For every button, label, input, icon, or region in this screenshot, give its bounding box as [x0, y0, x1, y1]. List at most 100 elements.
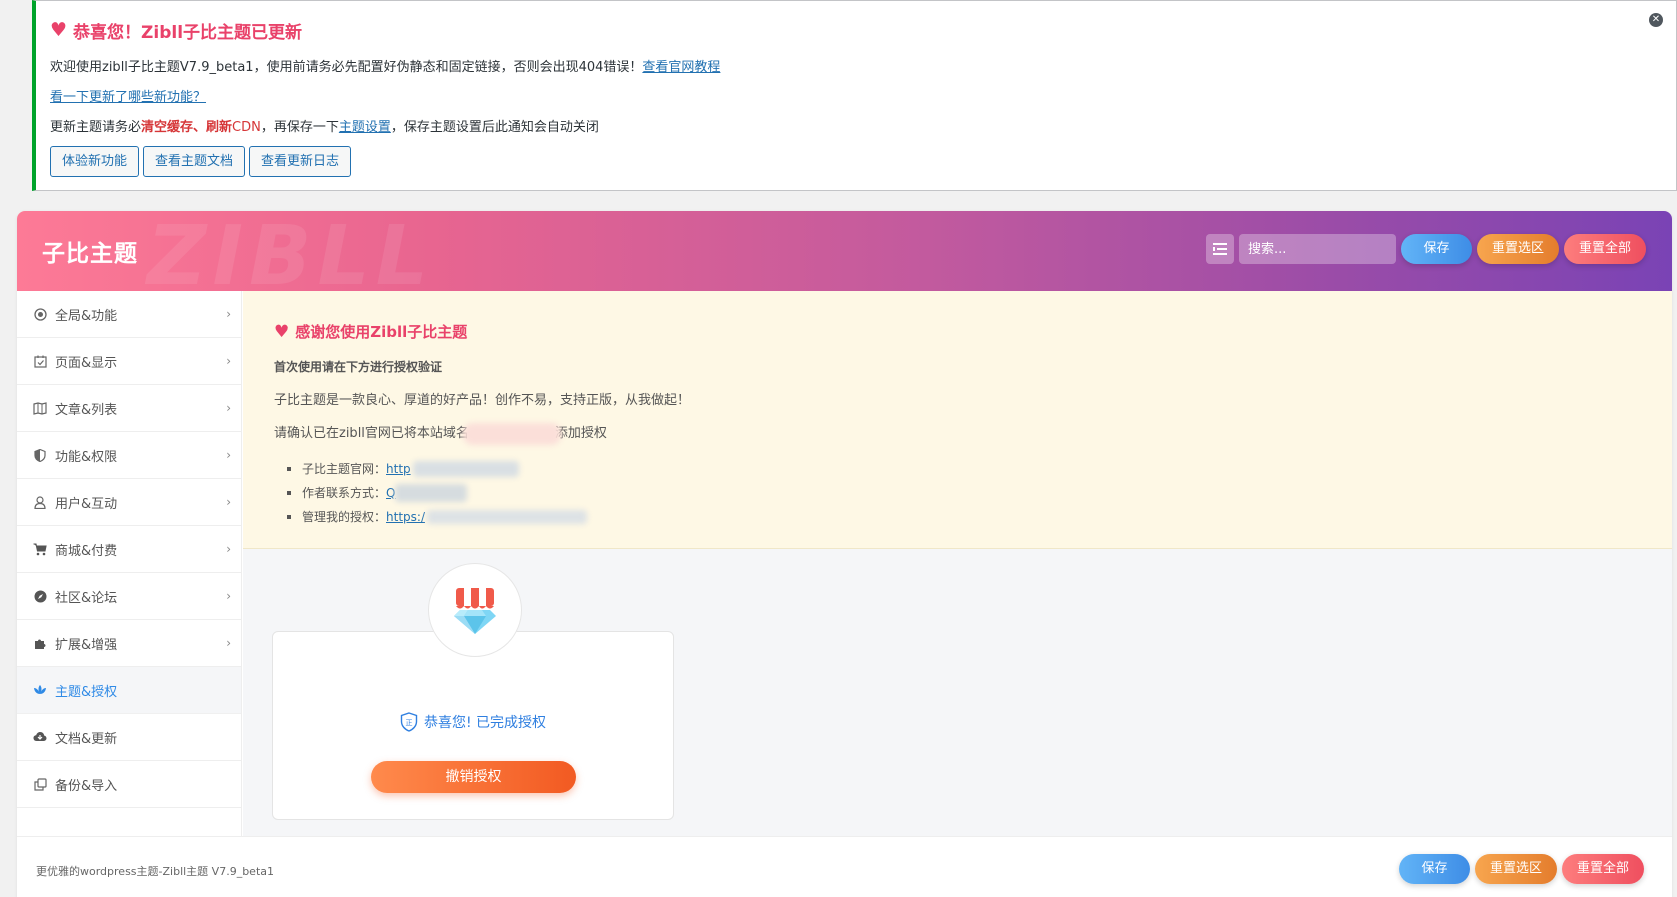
brand-title: 子比主题	[42, 241, 138, 267]
chevron-right-icon: ›	[226, 307, 231, 321]
options-panel: ZIBLL 子比主题 保存 重置选区 重置全部 全局&功能 › 页面&显示 › …	[17, 211, 1672, 897]
chevron-right-icon: ›	[226, 495, 231, 509]
search-input[interactable]	[1239, 234, 1396, 264]
footer-version: 更优雅的wordpress主题-Zibll主题 V7.9_beta1	[36, 865, 275, 878]
chevron-right-icon: ›	[226, 542, 231, 556]
sidebar-item-community[interactable]: 社区&论坛 ›	[17, 573, 241, 620]
info-list: 子比主题官网： http 作者联系方式： Q 管理我的授权： https:/	[274, 457, 1672, 529]
sidebar-item-docs[interactable]: 文档&更新	[17, 714, 241, 761]
sidebar-item-backup[interactable]: 备份&导入	[17, 761, 241, 808]
redacted-text	[412, 460, 519, 477]
sidebar-item-label: 备份&导入	[55, 778, 118, 794]
domain-confirm-pre: 请确认已在zibll官网已将本站域名	[274, 426, 469, 441]
list-item-label: 管理我的授权：	[302, 510, 387, 524]
chevron-right-icon: ›	[226, 401, 231, 415]
notice-buttons: 体验新功能 查看主题文档 查看更新日志	[50, 146, 1676, 177]
lotus-icon	[32, 682, 48, 698]
notice-text: 欢迎使用zibll子比主题V7.9_beta1，使用前请务必先配置好伪静态和固定…	[50, 60, 643, 75]
map-icon	[32, 400, 48, 416]
whats-new-link[interactable]: 看一下更新了哪些新功能？	[50, 90, 206, 105]
reset-section-button[interactable]: 重置选区	[1475, 854, 1557, 884]
panel-header: ZIBLL 子比主题 保存 重置选区 重置全部	[17, 211, 1672, 304]
changelog-button[interactable]: 查看更新日志	[249, 146, 352, 177]
diamond-shop-icon	[428, 563, 522, 657]
close-icon[interactable]: ✕	[1649, 13, 1663, 27]
redacted-text	[395, 483, 468, 502]
notice-line-3: 更新主题请务必清空缓存、刷新CDN，再保存一下主题设置，保存主题设置后此通知会自…	[50, 116, 1676, 135]
sidebar-item-users[interactable]: 用户&互动 ›	[17, 479, 241, 526]
notice-text: ，再保存一下	[260, 120, 339, 135]
cloud-download-icon	[32, 729, 48, 745]
list-icon	[1213, 243, 1227, 255]
notice-title-text: 恭喜您！Zibll子比主题已更新	[73, 22, 303, 43]
sidebar-item-label: 主题&授权	[55, 684, 118, 700]
sidebar-item-extensions[interactable]: 扩展&增强 ›	[17, 620, 241, 667]
notice-highlight: CDN	[232, 120, 261, 135]
footer-actions: 保存 重置选区 重置全部	[1399, 854, 1644, 884]
update-notice: ♥ 恭喜您！Zibll子比主题已更新 欢迎使用zibll子比主题V7.9_bet…	[32, 0, 1677, 191]
shield-check-icon: 正	[400, 712, 418, 732]
notice-highlight: 清空缓存、刷新	[141, 120, 233, 135]
sidebar-item-label: 文档&更新	[55, 731, 118, 747]
sidebar-nav: 全局&功能 › 页面&显示 › 文章&列表 › 功能&权限 › 用户&互动 › …	[17, 291, 242, 836]
sidebar-item-permissions[interactable]: 功能&权限 ›	[17, 432, 241, 479]
compass-icon	[32, 588, 48, 604]
sidebar-item-articles[interactable]: 文章&列表 ›	[17, 385, 241, 432]
save-button[interactable]: 保存	[1399, 854, 1470, 884]
domain-confirm-text: 请确认已在zibll官网已将本站域名 添加授权	[274, 422, 1672, 445]
official-site-link[interactable]: http	[386, 462, 411, 476]
reset-all-button[interactable]: 重置全部	[1564, 234, 1646, 264]
contact-link[interactable]: Q	[386, 486, 395, 500]
calendar-check-icon	[32, 353, 48, 369]
header-actions: 保存 重置选区 重置全部	[1206, 234, 1646, 264]
license-card: 正 恭喜您! 已完成授权 撤销授权	[272, 631, 674, 820]
sidebar-item-label: 社区&论坛	[55, 590, 118, 606]
manage-license-link[interactable]: https:/	[386, 510, 425, 524]
redacted-domain	[462, 422, 561, 445]
welcome-title-text: 感谢您使用Zibll子比主题	[295, 323, 468, 341]
content-area: ♥ 感谢您使用Zibll子比主题 首次使用请在下方进行授权验证 子比主题是一款良…	[243, 291, 1672, 836]
heart-icon: ♥	[274, 321, 290, 342]
welcome-title: ♥ 感谢您使用Zibll子比主题	[274, 321, 1672, 342]
list-item-label: 子比主题官网：	[302, 462, 387, 476]
svg-text:正: 正	[405, 719, 412, 727]
official-tutorial-link[interactable]: 查看官网教程	[642, 60, 720, 75]
auth-hint: 首次使用请在下方进行授权验证	[274, 360, 443, 374]
sidebar-item-label: 用户&互动	[55, 496, 118, 512]
reset-section-button[interactable]: 重置选区	[1477, 234, 1559, 264]
sidebar-item-pages[interactable]: 页面&显示 ›	[17, 338, 241, 385]
support-text: 子比主题是一款良心、厚道的好产品！创作不易，支持正版，从我做起！	[274, 393, 691, 408]
sidebar-item-shop[interactable]: 商城&付费 ›	[17, 526, 241, 573]
sidebar-item-label: 页面&显示	[55, 355, 118, 371]
puzzle-icon	[32, 635, 48, 651]
list-item: 作者联系方式： Q	[274, 481, 1672, 505]
welcome-box: ♥ 感谢您使用Zibll子比主题 首次使用请在下方进行授权验证 子比主题是一款良…	[243, 291, 1672, 549]
revoke-license-button[interactable]: 撤销授权	[371, 761, 576, 793]
expand-all-button[interactable]	[1206, 234, 1234, 264]
notice-text: ，保存主题设置后此通知会自动关闭	[390, 120, 599, 135]
chevron-right-icon: ›	[226, 354, 231, 368]
sidebar-item-label: 全局&功能	[55, 308, 118, 324]
cart-icon	[32, 541, 48, 557]
notice-title: ♥ 恭喜您！Zibll子比主题已更新	[50, 17, 1676, 43]
chevron-right-icon: ›	[226, 589, 231, 603]
shield-icon	[32, 447, 48, 463]
panel-footer: 更优雅的wordpress主题-Zibll主题 V7.9_beta1 保存 重置…	[17, 836, 1672, 897]
reset-all-button[interactable]: 重置全部	[1562, 854, 1644, 884]
user-icon	[32, 494, 48, 510]
theme-settings-link[interactable]: 主题设置	[339, 120, 391, 135]
notice-text: 更新主题请务必	[50, 120, 142, 135]
sidebar-item-label: 功能&权限	[55, 449, 118, 465]
save-button[interactable]: 保存	[1401, 234, 1472, 264]
try-new-features-button[interactable]: 体验新功能	[50, 146, 140, 177]
copy-icon	[32, 776, 48, 792]
sidebar-item-license[interactable]: 主题&授权	[17, 667, 241, 714]
sidebar-item-global[interactable]: 全局&功能 ›	[17, 291, 241, 338]
chevron-right-icon: ›	[226, 636, 231, 650]
sidebar-item-label: 扩展&增强	[55, 637, 118, 653]
heart-icon: ♥	[50, 18, 68, 41]
license-status: 正 恭喜您! 已完成授权	[273, 712, 673, 732]
sidebar-item-label: 文章&列表	[55, 402, 118, 418]
theme-docs-button[interactable]: 查看主题文档	[143, 146, 246, 177]
sidebar-item-label: 商城&付费	[55, 543, 118, 559]
